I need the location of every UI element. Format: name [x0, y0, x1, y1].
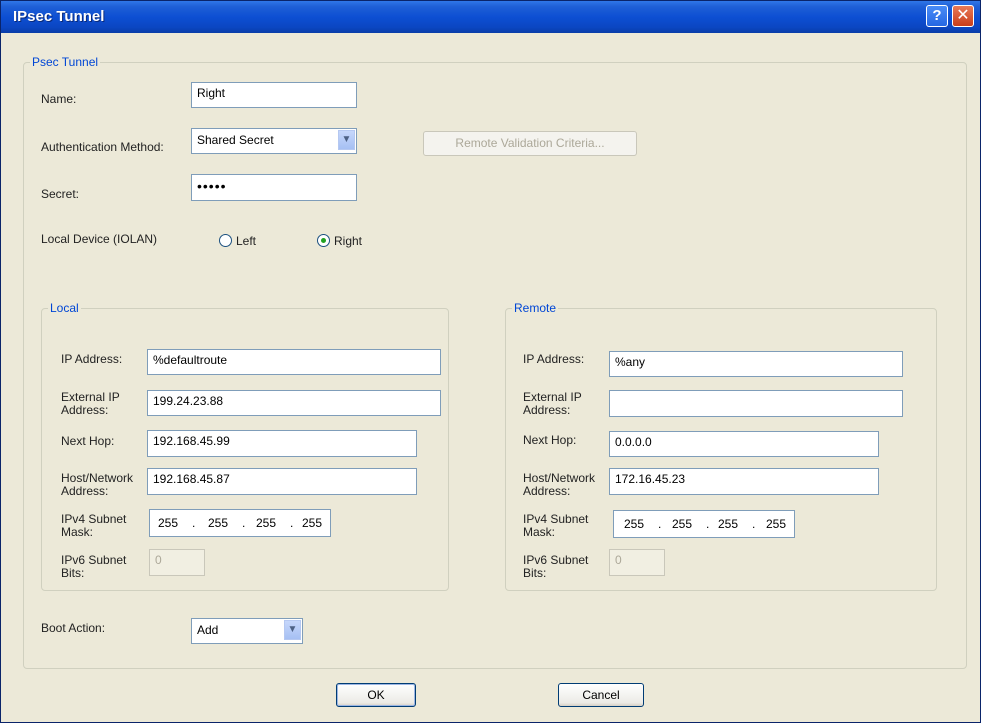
local-next-hop-label: Next Hop:	[61, 434, 115, 448]
name-label: Name:	[41, 92, 77, 106]
remote-ip-address-field[interactable]: %any	[609, 351, 903, 377]
title-bar: IPsec Tunnel ? ✕	[1, 1, 980, 33]
remote-ipv6-bits-field[interactable]: 0	[609, 549, 665, 576]
octet: 255	[158, 516, 179, 530]
local-device-label: Local Device (IOLAN)	[41, 232, 158, 246]
local-group-legend: Local	[50, 301, 79, 315]
octet: 255	[718, 517, 739, 531]
remote-ipv4-mask-label-2: Mask:	[523, 525, 556, 539]
local-ipv6-bits-label-2: Bits:	[61, 566, 85, 580]
octet: 255	[302, 516, 323, 530]
octet-separator: .	[658, 517, 662, 531]
remote-next-hop-field[interactable]: 0.0.0.0	[609, 431, 879, 457]
octet-separator: .	[752, 517, 756, 531]
local-ipv4-mask-field[interactable]: 255 . 255 . 255 . 255	[149, 509, 331, 537]
auth-method-value: Shared Secret	[197, 133, 274, 147]
radio-right[interactable]	[317, 234, 330, 247]
octet: 255	[624, 517, 645, 531]
name-field[interactable]: Right	[191, 82, 357, 108]
help-button[interactable]: ?	[926, 5, 948, 27]
remote-ip-address-label: IP Address:	[523, 352, 585, 366]
octet: 255	[208, 516, 229, 530]
radio-selected-dot	[321, 238, 326, 243]
remote-host-network-label-2: Address:	[523, 484, 571, 498]
remote-next-hop-label: Next Hop:	[523, 433, 577, 447]
remote-ipv4-mask-field[interactable]: 255 . 255 . 255 . 255	[613, 510, 795, 538]
ipsec-tunnel-dialog: IPsec Tunnel ? ✕ Psec Tunnel Name: Right…	[0, 0, 981, 723]
remote-host-network-field[interactable]: 172.16.45.23	[609, 468, 879, 495]
remote-validation-criteria-button[interactable]: Remote Validation Criteria...	[423, 131, 637, 156]
octet-separator: .	[242, 516, 246, 530]
octet: 255	[766, 517, 787, 531]
octet: 255	[256, 516, 277, 530]
secret-field[interactable]: •••••	[191, 174, 357, 201]
boot-action-value: Add	[197, 623, 219, 637]
remote-external-ip-field[interactable]	[609, 390, 903, 417]
local-ip-address-field[interactable]: %defaultroute	[147, 349, 441, 375]
chevron-down-icon: ▼	[338, 130, 355, 150]
auth-method-label: Authentication Method:	[41, 140, 164, 154]
octet: 255	[672, 517, 693, 531]
ipsec-tunnel-group-legend: Psec Tunnel	[32, 55, 99, 69]
chevron-down-icon: ▼	[284, 620, 301, 640]
remote-group-legend: Remote	[514, 301, 557, 315]
local-ip-address-label: IP Address:	[61, 352, 123, 366]
local-ipv6-bits-field[interactable]: 0	[149, 549, 205, 576]
help-icon: ?	[932, 7, 942, 24]
ok-button[interactable]: OK	[336, 683, 416, 707]
local-external-ip-field[interactable]: 199.24.23.88	[147, 390, 441, 416]
local-host-network-label-2: Address:	[61, 484, 109, 498]
octet-separator: .	[706, 517, 710, 531]
radio-left[interactable]	[219, 234, 232, 247]
radio-right-label[interactable]: Right	[334, 235, 362, 248]
local-external-ip-label-2: Address:	[61, 403, 109, 417]
octet-separator: .	[192, 516, 196, 530]
close-button[interactable]: ✕	[952, 5, 974, 27]
remote-ipv6-bits-label-2: Bits:	[523, 566, 547, 580]
window-title: IPsec Tunnel	[13, 8, 105, 25]
radio-left-label[interactable]: Left	[236, 235, 256, 248]
auth-method-select[interactable]: Shared Secret ▼	[191, 128, 357, 154]
local-next-hop-field[interactable]: 192.168.45.99	[147, 430, 417, 457]
close-icon: ✕	[956, 7, 970, 24]
octet-separator: .	[290, 516, 294, 530]
cancel-button[interactable]: Cancel	[558, 683, 644, 707]
local-host-network-field[interactable]: 192.168.45.87	[147, 468, 417, 495]
remote-external-ip-label-2: Address:	[523, 403, 571, 417]
boot-action-label: Boot Action:	[41, 621, 106, 635]
local-ipv4-mask-label-2: Mask:	[61, 525, 94, 539]
secret-label: Secret:	[41, 187, 80, 201]
boot-action-select[interactable]: Add ▼	[191, 618, 303, 644]
